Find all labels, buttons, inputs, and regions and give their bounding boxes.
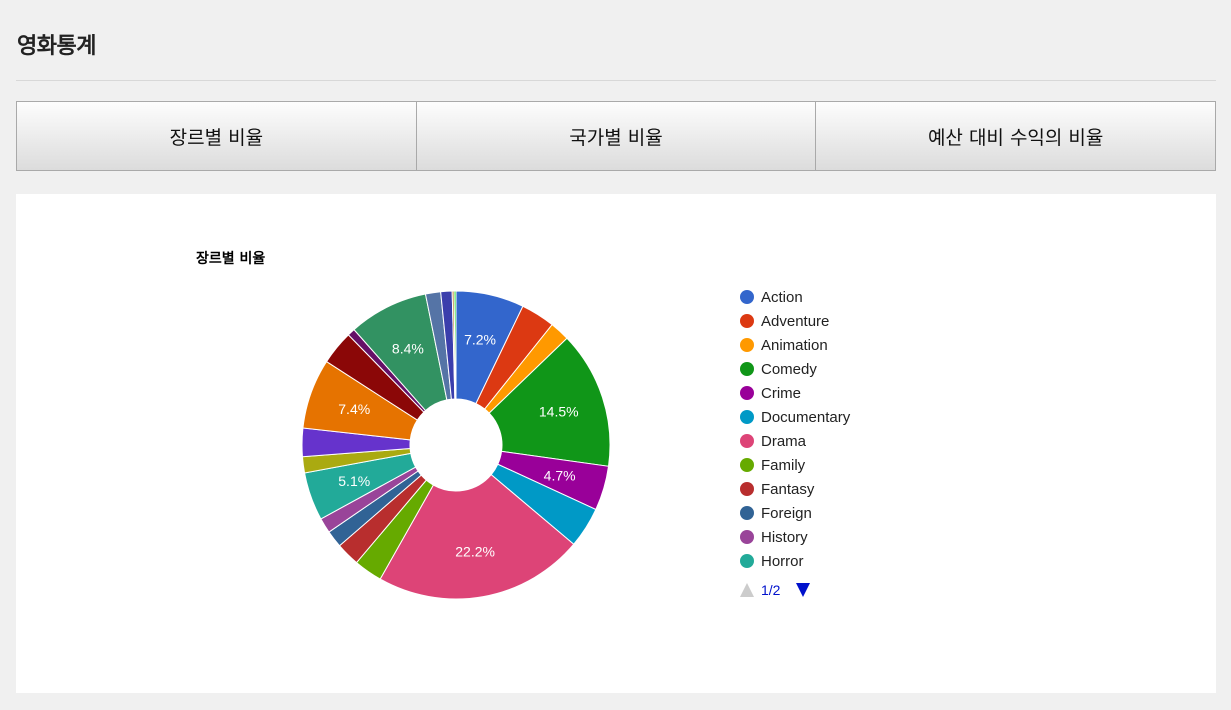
legend-item-drama[interactable]: Drama <box>740 433 807 450</box>
legend-label: Documentary <box>761 409 851 426</box>
genre-pie-chart: 장르별 비율 7.2% 14.5% 4.7% 22.2% 5.1% 7.4% 8.4% Ac… <box>196 250 851 600</box>
chart-panel: 장르별 비율 7.2% 14.5% 4.7% 22.2% 5.1% 7.4% 8.4% Ac… <box>16 194 1216 693</box>
legend-item-history[interactable]: History <box>740 529 808 546</box>
legend-label: Comedy <box>761 361 817 378</box>
legend-swatch <box>740 530 754 544</box>
legend-swatch <box>740 434 754 448</box>
legend-swatch <box>740 314 754 328</box>
pager-page-indicator: 1/2 <box>761 582 781 598</box>
legend-item-horror[interactable]: Horror <box>740 553 804 570</box>
pie-data-label: 7.4% <box>338 401 370 417</box>
legend-item-action[interactable]: Action <box>740 289 803 306</box>
pager-next-icon[interactable] <box>796 583 810 597</box>
tab-country-ratio[interactable]: 국가별 비율 <box>416 101 817 171</box>
legend-swatch <box>740 482 754 496</box>
legend-swatch <box>740 290 754 304</box>
legend-item-fantasy[interactable]: Fantasy <box>740 481 815 498</box>
legend-pager: 1/2 <box>740 582 810 598</box>
legend-label: Family <box>761 457 806 474</box>
pie-data-label: 5.1% <box>338 473 370 489</box>
legend-label: Crime <box>761 385 801 402</box>
page-title: 영화통계 <box>17 34 96 59</box>
legend-swatch <box>740 554 754 568</box>
legend-swatch <box>740 338 754 352</box>
pie-data-label: 8.4% <box>392 340 424 356</box>
legend-label: Foreign <box>761 505 812 522</box>
tab-genre-ratio[interactable]: 장르별 비율 <box>16 101 417 171</box>
legend-item-documentary[interactable]: Documentary <box>740 409 851 426</box>
chart-legend: Action Adventure Animation Comedy Crime Docum… <box>740 289 851 570</box>
legend-item-comedy[interactable]: Comedy <box>740 361 817 378</box>
legend-swatch <box>740 362 754 376</box>
pie-data-label: 22.2% <box>455 543 495 559</box>
pie-data-label: 4.7% <box>544 467 576 483</box>
pager-prev-icon[interactable] <box>740 583 754 597</box>
legend-item-animation[interactable]: Animation <box>740 337 828 354</box>
legend-label: Action <box>761 289 803 306</box>
pie-data-label: 7.2% <box>464 332 496 348</box>
legend-label: Animation <box>761 337 828 354</box>
legend-item-crime[interactable]: Crime <box>740 385 801 402</box>
legend-label: Adventure <box>761 313 829 330</box>
legend-label: Fantasy <box>761 481 815 498</box>
legend-item-foreign[interactable]: Foreign <box>740 505 812 522</box>
legend-swatch <box>740 458 754 472</box>
legend-item-adventure[interactable]: Adventure <box>740 313 829 330</box>
legend-swatch <box>740 506 754 520</box>
legend-item-family[interactable]: Family <box>740 457 806 474</box>
title-divider <box>16 80 1216 81</box>
stats-tabs: 장르별 비율 국가별 비율 예산 대비 수익의 비율 <box>16 101 1217 171</box>
legend-swatch <box>740 410 754 424</box>
tab-budget-revenue-ratio[interactable]: 예산 대비 수익의 비율 <box>816 101 1217 171</box>
legend-swatch <box>740 386 754 400</box>
legend-label: Drama <box>761 433 807 450</box>
legend-label: History <box>761 529 808 546</box>
chart-title: 장르별 비율 <box>196 250 265 267</box>
pie-data-label: 14.5% <box>539 404 579 420</box>
legend-label: Horror <box>761 553 804 570</box>
